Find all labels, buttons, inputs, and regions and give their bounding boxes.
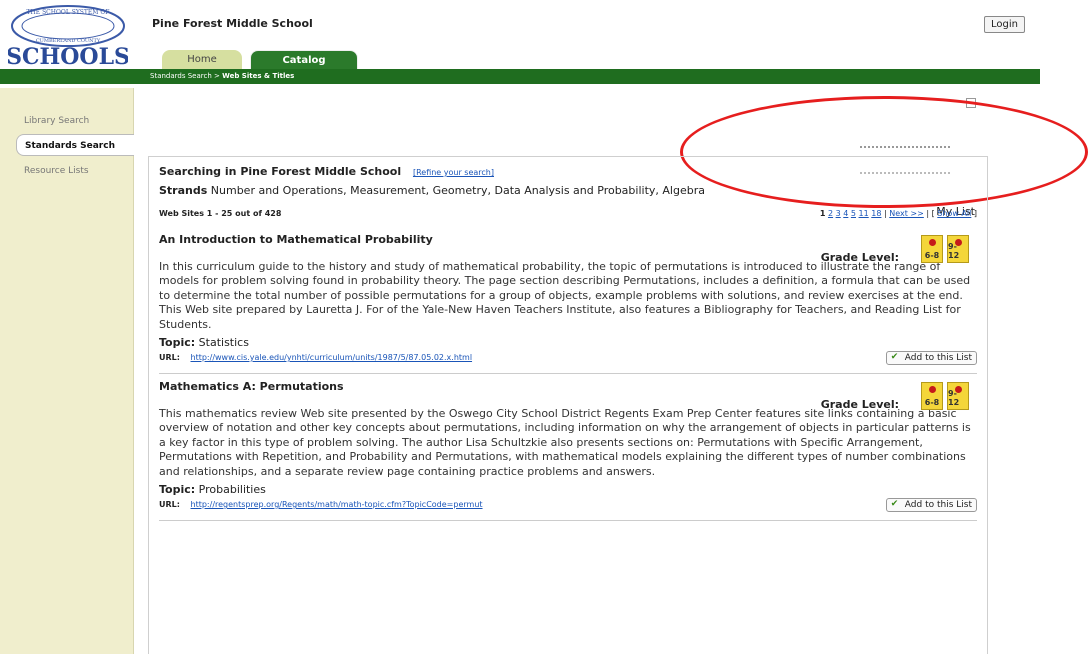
sidebar-item-resource-lists[interactable]: Resource Lists [16, 160, 134, 182]
url-label: URL: [159, 353, 180, 363]
result-url-link[interactable]: http://www.cis.yale.edu/ynhti/curriculum… [191, 353, 473, 362]
results-count: Web Sites 1 - 25 out of 428 [159, 209, 282, 218]
search-heading-row: Searching in Pine Forest Middle School [… [159, 165, 977, 178]
school-name: Pine Forest Middle School [152, 17, 313, 30]
sidebar-item-library-search[interactable]: Library Search [16, 110, 134, 132]
tab-home[interactable]: Home [162, 50, 242, 70]
breadcrumb-separator: > [214, 72, 220, 80]
page-link[interactable]: 11 [859, 209, 869, 218]
grade-badge-icon: 9-12 [947, 235, 969, 263]
logo-top-text: THE SCHOOL SYSTEM OF [27, 9, 110, 16]
grade-badge-icon: 6-8 [921, 382, 943, 411]
topic-label: Topic: [159, 483, 196, 497]
result-description: This mathematics review Web site present… [159, 407, 971, 478]
grade-badge-icon: 9-12 [947, 382, 969, 411]
grade-badges: 6-8 9-12 [921, 235, 969, 263]
breadcrumb: Standards Search > Web Sites & Titles [150, 72, 294, 80]
result-topic-row: Topic: Statistics [159, 336, 977, 349]
checkmark-icon: ✔ [890, 499, 899, 510]
checkmark-icon: ✔ [890, 352, 899, 363]
grade-level-label: Grade Level: [820, 251, 899, 264]
result-url-row: URL: http://regentsprep.org/Regents/math… [159, 498, 977, 518]
page-link[interactable]: 18 [871, 209, 881, 218]
show-all-link[interactable]: Show All [937, 209, 971, 218]
add-to-list-label: Add to this List [904, 353, 972, 364]
main-tabs: Home Catalog [162, 50, 358, 70]
pagination: 1 2 3 4 5 11 18 | Next >> | [ Show All ] [819, 209, 977, 218]
topic-label: Topic: [159, 336, 196, 350]
strands-row: Strands Number and Operations, Measureme… [159, 182, 977, 199]
add-to-list-button[interactable]: ✔ Add to this List [885, 351, 977, 366]
next-page-link[interactable]: Next >> [889, 209, 924, 218]
page-link[interactable]: 5 [851, 209, 856, 218]
page-link[interactable]: 2 [828, 209, 833, 218]
grade-badges: 6-8 9-12 [921, 382, 969, 411]
strands-label: Strands [159, 184, 208, 197]
result-title[interactable]: Mathematics A: Permutations [159, 380, 977, 393]
result-topic-row: Topic: Probabilities [159, 483, 977, 496]
topic-value: Statistics [198, 336, 249, 350]
search-heading: Searching in Pine Forest Middle School [159, 165, 402, 178]
strands-text: Number and Operations, Measurement, Geom… [210, 184, 705, 197]
result-divider [159, 373, 977, 375]
result-divider [159, 520, 977, 522]
topic-value: Probabilities [198, 483, 266, 497]
add-to-list-label: Add to this List [904, 500, 972, 511]
logo-main-text: SCHOOLS [8, 44, 128, 70]
sidebar: Library Search Standards Search Resource… [0, 88, 134, 654]
page-link[interactable]: 3 [836, 209, 841, 218]
url-label: URL: [159, 500, 180, 510]
page-current: 1 [819, 209, 826, 218]
school-system-logo[interactable]: THE SCHOOL SYSTEM OF CUMBERLAND COUNTY S… [8, 4, 128, 74]
result-title[interactable]: An Introduction to Mathematical Probabil… [159, 233, 977, 246]
breadcrumb-standards-search[interactable]: Standards Search [150, 72, 212, 80]
tab-catalog[interactable]: Catalog [250, 50, 358, 70]
result-item: An Introduction to Mathematical Probabil… [159, 233, 977, 375]
sidebar-item-standards-search[interactable]: Standards Search [16, 134, 134, 156]
result-item: Mathematics A: Permutations Grade Level:… [159, 380, 977, 522]
grade-level-label: Grade Level: [820, 398, 899, 412]
page-link[interactable]: 4 [843, 209, 848, 218]
refine-search-link[interactable]: [Refine your search] [413, 168, 494, 177]
grade-badge-icon: 6-8 [921, 235, 943, 263]
results-panel: Searching in Pine Forest Middle School [… [148, 156, 988, 654]
add-to-list-button[interactable]: ✔ Add to this List [885, 498, 977, 513]
result-url-link[interactable]: http://regentsprep.org/Regents/math/math… [191, 500, 483, 509]
breadcrumb-current: Web Sites & Titles [222, 72, 295, 80]
result-url-row: URL: http://www.cis.yale.edu/ynhti/curri… [159, 351, 977, 371]
result-description: In this curriculum guide to the history … [159, 260, 971, 331]
pagination-row: Web Sites 1 - 25 out of 428 1 2 3 4 5 11… [159, 205, 977, 227]
login-button[interactable]: Login [984, 16, 1025, 33]
